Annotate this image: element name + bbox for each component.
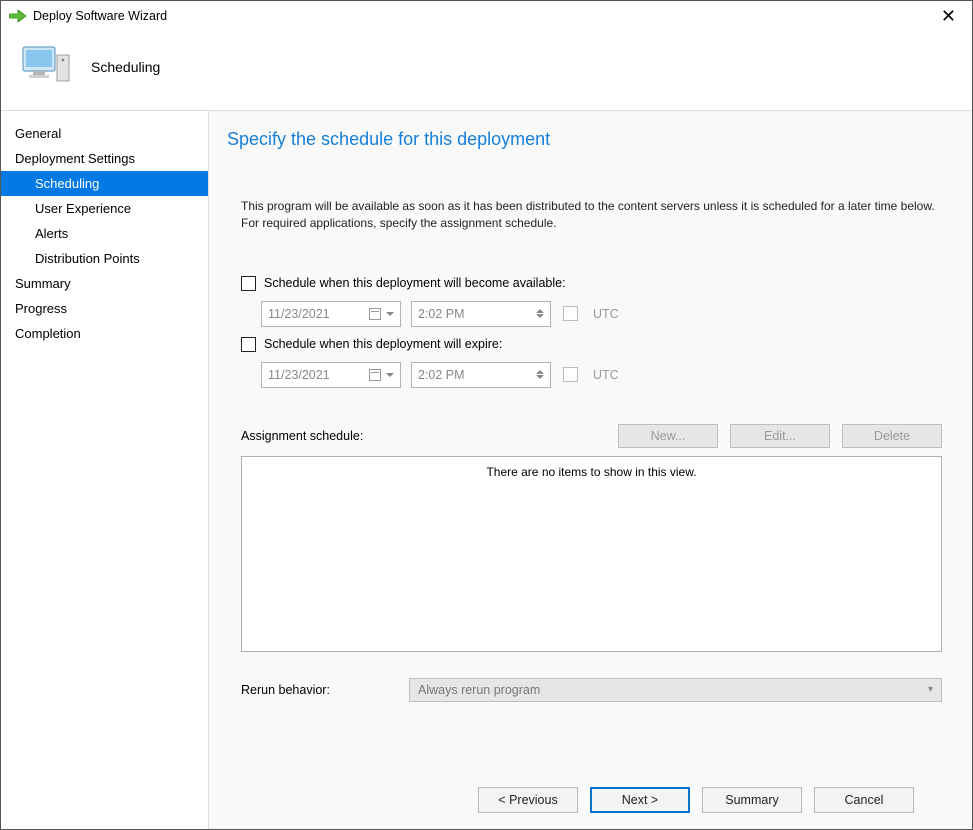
next-button[interactable]: Next > (590, 787, 690, 813)
rerun-select[interactable]: Always rerun program ▾ (409, 678, 942, 702)
deploy-arrow-icon (9, 9, 27, 23)
rerun-label: Rerun behavior: (241, 683, 409, 697)
header-page-name: Scheduling (91, 59, 160, 75)
sidebar-item-scheduling[interactable]: Scheduling (1, 171, 208, 196)
sidebar-item-deployment-settings[interactable]: Deployment Settings (1, 146, 208, 171)
available-utc-label: UTC (593, 307, 619, 321)
summary-button[interactable]: Summary (702, 787, 802, 813)
titlebar: Deploy Software Wizard ✕ (1, 1, 972, 31)
chevron-down-icon: ▾ (928, 684, 933, 695)
available-time-value: 2:02 PM (418, 307, 465, 321)
expire-checkbox-label: Schedule when this deployment will expir… (264, 337, 502, 351)
assignment-empty-text: There are no items to show in this view. (486, 465, 696, 651)
expire-checkbox[interactable] (241, 337, 256, 352)
expire-date-input[interactable]: 11/23/2021 (261, 362, 401, 388)
expire-inputs: 11/23/2021 2:02 PM UTC (261, 362, 942, 388)
chevron-down-icon (386, 312, 394, 316)
sidebar-item-summary[interactable]: Summary (1, 271, 208, 296)
sidebar-item-user-experience[interactable]: User Experience (1, 196, 208, 221)
rerun-value: Always rerun program (418, 683, 540, 697)
schedule-expire-row: Schedule when this deployment will expir… (241, 337, 942, 352)
rerun-row: Rerun behavior: Always rerun program ▾ (241, 678, 942, 702)
page-heading: Specify the schedule for this deployment (227, 129, 942, 150)
assignment-list[interactable]: There are no items to show in this view. (241, 456, 942, 652)
close-icon[interactable]: ✕ (933, 5, 964, 27)
expire-time-input[interactable]: 2:02 PM (411, 362, 551, 388)
expire-time-value: 2:02 PM (418, 368, 465, 382)
chevron-down-icon (386, 373, 394, 377)
description-text: This program will be available as soon a… (241, 198, 942, 232)
calendar-icon (369, 369, 381, 381)
expire-utc-label: UTC (593, 368, 619, 382)
sidebar-item-alerts[interactable]: Alerts (1, 221, 208, 246)
previous-button[interactable]: < Previous (478, 787, 578, 813)
sidebar: GeneralDeployment SettingsSchedulingUser… (1, 111, 209, 829)
available-utc-checkbox[interactable] (563, 306, 578, 321)
available-date-value: 11/23/2021 (268, 307, 330, 321)
calendar-icon (369, 308, 381, 320)
expire-utc-checkbox[interactable] (563, 367, 578, 382)
computer-icon (21, 41, 73, 92)
delete-button[interactable]: Delete (842, 424, 942, 448)
spinner-icon (536, 309, 544, 318)
footer-buttons: < Previous Next > Summary Cancel (227, 775, 942, 829)
cancel-button[interactable]: Cancel (814, 787, 914, 813)
spinner-icon (536, 370, 544, 379)
assignment-label: Assignment schedule: (241, 429, 363, 443)
sidebar-item-progress[interactable]: Progress (1, 296, 208, 321)
content-panel: Specify the schedule for this deployment… (209, 111, 972, 829)
available-inputs: 11/23/2021 2:02 PM UTC (261, 301, 942, 327)
assignment-row: Assignment schedule: New... Edit... Dele… (241, 424, 942, 448)
sidebar-item-distribution-points[interactable]: Distribution Points (1, 246, 208, 271)
available-checkbox[interactable] (241, 276, 256, 291)
header-band: Scheduling (1, 31, 972, 111)
available-checkbox-label: Schedule when this deployment will becom… (264, 276, 566, 290)
sidebar-item-completion[interactable]: Completion (1, 321, 208, 346)
window-title: Deploy Software Wizard (33, 9, 167, 23)
schedule-available-row: Schedule when this deployment will becom… (241, 276, 942, 291)
expire-date-value: 11/23/2021 (268, 368, 330, 382)
new-button[interactable]: New... (618, 424, 718, 448)
available-time-input[interactable]: 2:02 PM (411, 301, 551, 327)
sidebar-item-general[interactable]: General (1, 121, 208, 146)
edit-button[interactable]: Edit... (730, 424, 830, 448)
available-date-input[interactable]: 11/23/2021 (261, 301, 401, 327)
